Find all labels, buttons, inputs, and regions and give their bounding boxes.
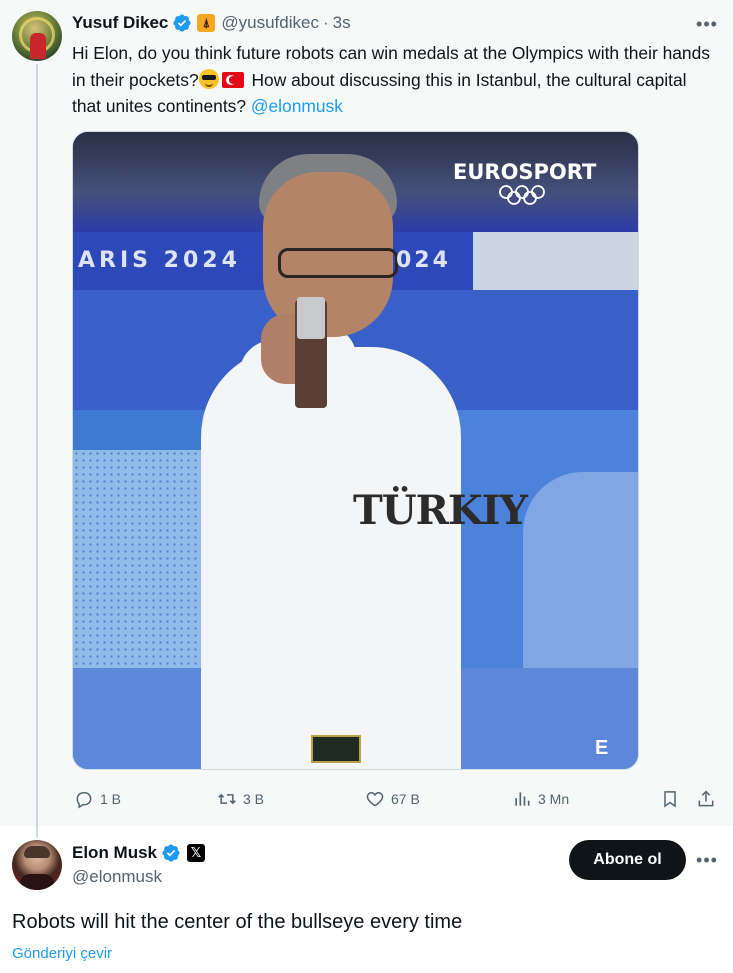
heart-icon xyxy=(366,791,384,807)
tweet-actions: 1 B 3 B 67 B 3 Mn xyxy=(72,786,724,812)
avatar[interactable] xyxy=(12,840,62,890)
verified-badge-icon xyxy=(162,844,180,862)
sunglasses-emoji-icon xyxy=(198,68,219,89)
timestamp[interactable]: 3s xyxy=(333,13,351,33)
media-overlay-2024: 024 xyxy=(396,248,451,273)
tweet-text: Hi Elon, do you think future robots can … xyxy=(72,40,712,120)
author-name[interactable]: Yusuf Dikec xyxy=(72,13,168,33)
more-dots-icon[interactable]: ••• xyxy=(692,9,722,39)
retweet-count: 3 B xyxy=(243,791,265,807)
reply-count: 1 B xyxy=(100,791,122,807)
author-handle[interactable]: @elonmusk xyxy=(72,867,162,887)
follow-button[interactable]: Abone ol xyxy=(569,840,686,880)
avatar[interactable] xyxy=(12,11,62,61)
tweet-header: Elon Musk 𝕏 xyxy=(72,842,206,864)
like-button[interactable]: 67 B xyxy=(365,786,420,812)
author-name[interactable]: Elon Musk xyxy=(72,843,157,863)
reply-icon xyxy=(76,792,92,809)
share-icon xyxy=(698,790,714,807)
tweet-text: Robots will hit the center of the bullse… xyxy=(12,911,463,933)
share-button[interactable] xyxy=(696,786,722,812)
author-handle[interactable]: @yusufdikec xyxy=(221,13,319,33)
verified-badge-icon xyxy=(173,14,191,32)
more-dots-icon[interactable]: ••• xyxy=(692,845,722,875)
translate-link[interactable]: Gönderiyi çevir xyxy=(12,945,112,962)
views-chart-icon xyxy=(515,792,530,806)
bookmark-icon xyxy=(664,791,676,808)
turkey-flag-emoji-icon xyxy=(221,71,244,88)
thread-line xyxy=(36,64,38,838)
tweet-header: Yusuf Dikec ⍋ @yusufdikec · 3s xyxy=(72,12,351,34)
eurosport-logo: EUROSPORT xyxy=(453,160,597,184)
x-logo-icon: 𝕏 xyxy=(187,844,206,862)
views-button[interactable]: 3 Mn xyxy=(512,786,569,812)
eiffel-tower-emoji-icon: ⍋ xyxy=(197,14,216,32)
bookmark-button[interactable] xyxy=(660,786,686,812)
shirt-text: TÜRKIY xyxy=(353,487,528,534)
olympic-rings-icon xyxy=(499,185,545,205)
eurosport-corner-mark: E xyxy=(595,737,609,759)
retweet-button[interactable]: 3 B xyxy=(217,786,264,812)
media-overlay-paris: ARIS 2024 xyxy=(78,248,241,273)
like-count: 67 B xyxy=(391,791,420,807)
separator-dot: · xyxy=(322,13,329,32)
mention-link[interactable]: @elonmusk xyxy=(251,96,343,116)
parent-tweet[interactable]: Yusuf Dikec ⍋ @yusufdikec · 3s ••• Hi El… xyxy=(0,0,733,838)
reply-button[interactable]: 1 B xyxy=(74,786,121,812)
views-count: 3 Mn xyxy=(538,791,570,807)
retweet-icon xyxy=(218,793,236,805)
tweet-media-video[interactable]: ARIS 2024 024 EUROSPORT TÜRKIY E xyxy=(72,131,639,770)
